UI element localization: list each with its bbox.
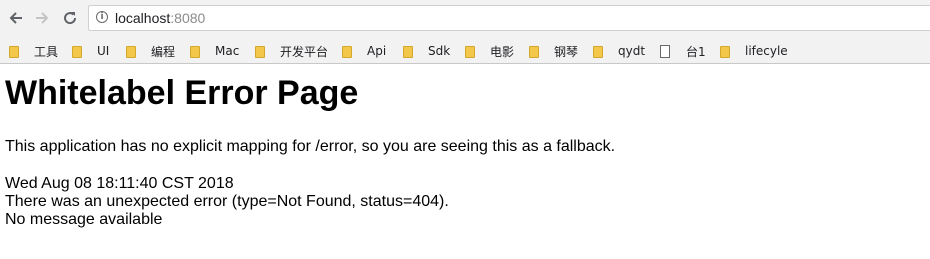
bookmark-label: 编程 (151, 44, 176, 59)
error-timestamp: Wed Aug 08 18:11:40 CST 2018 (5, 175, 234, 192)
bookmark-tai1[interactable]: 台1 (660, 43, 706, 59)
folder-icon (402, 45, 414, 58)
bookmark-piano[interactable]: 钢琴 (528, 43, 578, 59)
bookmark-dev-platform[interactable]: 开发平台 (254, 43, 328, 59)
bookmark-label: 钢琴 (554, 44, 579, 59)
back-button[interactable] (4, 6, 28, 30)
bookmark-label: 开发平台 (280, 44, 329, 59)
browser-toolbar: i localhost:8080 (0, 0, 930, 36)
bookmark-programming[interactable]: 编程 (125, 43, 175, 59)
reload-button[interactable] (58, 6, 82, 30)
bookmark-label: qydt (618, 44, 646, 58)
info-icon[interactable]: i (96, 11, 108, 23)
folder-icon (125, 45, 137, 58)
bookmark-lifecyle[interactable]: lifecyle (719, 43, 788, 59)
reload-icon (64, 12, 77, 25)
bookmark-label: 电影 (490, 44, 515, 59)
folder-icon (592, 45, 604, 58)
bookmark-ui[interactable]: UI (71, 43, 109, 59)
folder-icon (341, 45, 353, 58)
folder-icon (528, 45, 540, 58)
folder-icon (8, 45, 20, 58)
url-text[interactable]: localhost:8080 (115, 10, 205, 26)
bookmark-label: Sdk (428, 44, 451, 58)
bookmark-movies[interactable]: 电影 (464, 43, 514, 59)
forward-button[interactable] (30, 6, 54, 30)
page-icon (660, 44, 670, 58)
url-port: :8080 (170, 10, 206, 26)
error-details: Wed Aug 08 18:11:40 CST 2018 There was a… (5, 175, 449, 229)
bookmark-label: lifecyle (745, 44, 788, 58)
bookmark-label: Api (367, 44, 387, 58)
bookmark-api[interactable]: Api (341, 43, 386, 59)
folder-icon (464, 45, 476, 58)
bookmark-label: UI (97, 44, 110, 58)
bookmark-mac[interactable]: Mac (189, 43, 239, 59)
bookmark-sdk[interactable]: Sdk (402, 43, 450, 59)
back-arrow-icon (9, 12, 22, 24)
address-bar[interactable]: i localhost:8080 (88, 5, 930, 31)
error-message: No message available (5, 211, 163, 228)
folder-icon (719, 45, 731, 58)
fallback-description: This application has no explicit mapping… (5, 138, 616, 155)
folder-icon (189, 45, 201, 58)
bookmark-label: Mac (215, 44, 240, 58)
error-type-line: There was an unexpected error (type=Not … (5, 193, 449, 210)
forward-arrow-icon (36, 12, 49, 24)
page-title: Whitelabel Error Page (5, 74, 359, 112)
folder-icon (254, 45, 266, 58)
bookmark-tools[interactable]: 工具 (8, 43, 58, 59)
folder-icon (71, 45, 83, 58)
bookmark-qydt[interactable]: qydt (592, 43, 645, 59)
bookmark-label: 工具 (34, 44, 59, 59)
bookmark-label: 台1 (686, 44, 706, 59)
bookmarks-bar: 工具 UI 编程 Mac 开发平台 Api Sdk 电影 钢琴 qydt 台1 (0, 36, 930, 64)
url-host: localhost (115, 10, 171, 26)
